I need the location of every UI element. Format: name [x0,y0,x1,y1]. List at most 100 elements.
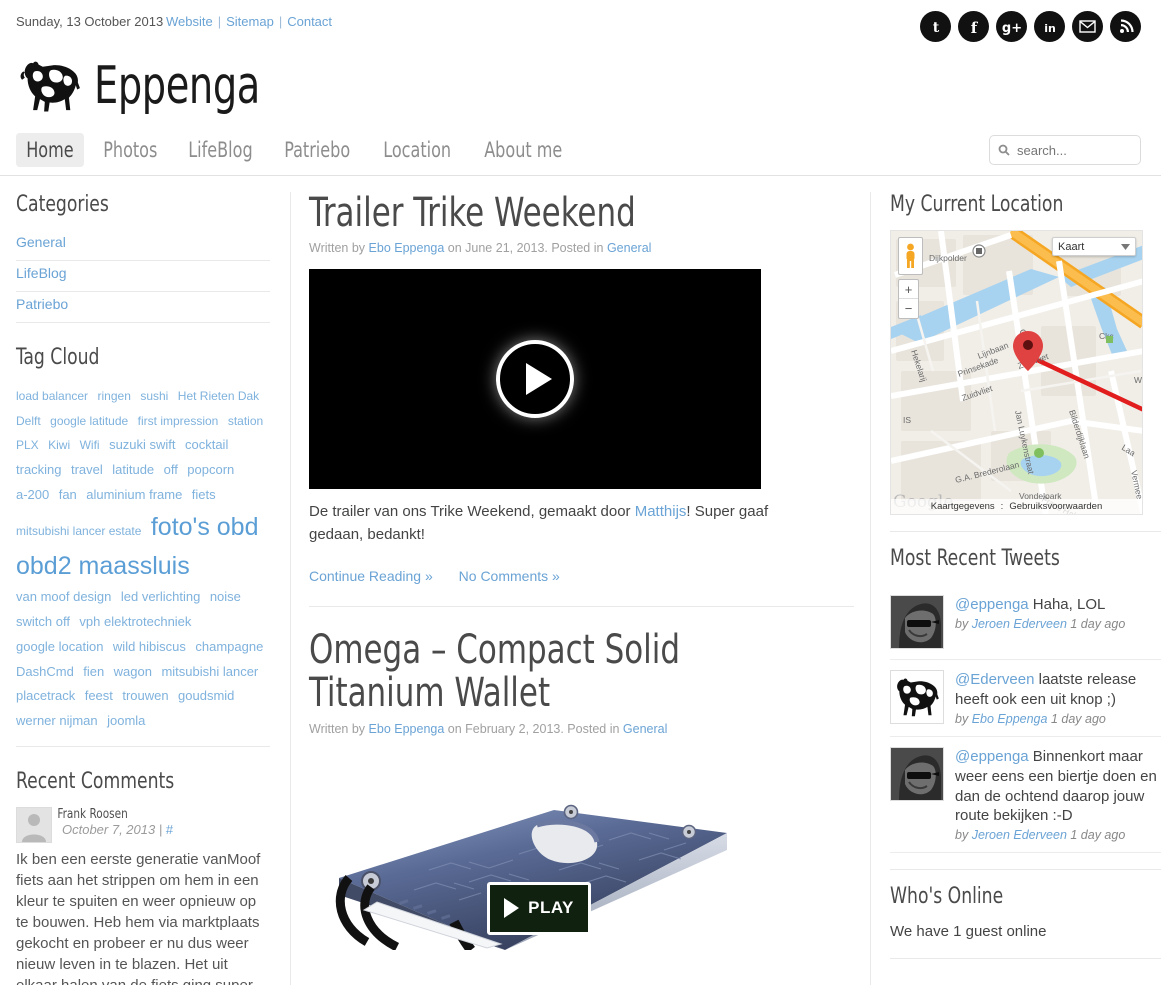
tag-link[interactable]: a-200 [16,487,49,502]
tag-link[interactable]: aluminium frame [86,487,182,502]
tweet-handle-link[interactable]: @eppenga [955,596,1029,613]
tag-link[interactable]: PLX [16,438,39,452]
tag-link[interactable]: fien [83,664,104,679]
tag-link[interactable]: werner nijman [16,713,98,728]
tag-link[interactable]: wagon [114,664,152,679]
tag-link[interactable]: vph elektrotechniek [79,614,191,629]
linkedin-icon[interactable]: in [1034,11,1065,42]
post-category-link[interactable]: General [623,722,667,736]
tag-link[interactable]: obd2 maassluis [16,552,190,580]
post-body-link[interactable]: Matthijs [635,503,687,520]
tag-link[interactable]: goudsmid [178,688,234,703]
play-button[interactable]: PLAY [487,881,591,935]
tag-link[interactable]: wild hibiscus [113,639,186,654]
tag-link[interactable]: latitude [112,462,154,477]
top-link-sitemap[interactable]: Sitemap [226,14,274,29]
tag-link[interactable]: mitsubishi lancer estate [16,524,141,538]
tag-link[interactable]: google latitude [50,414,128,428]
top-link-website[interactable]: Website [166,14,213,29]
tag-link[interactable]: noise [210,589,241,604]
category-link-patriebo[interactable]: Patriebo [16,296,68,312]
googleplus-icon[interactable]: g+ [996,11,1027,42]
continue-reading-link[interactable]: Continue Reading » [309,568,433,584]
tag-link[interactable]: tracking [16,462,62,477]
post-meta-date: on June 21, 2013. Posted in [447,241,604,256]
video-player[interactable] [309,269,761,490]
tag-link[interactable]: Kiwi [48,438,70,452]
comment-date: October 7, 2013 | # [16,822,270,837]
tag-link[interactable]: fiets [192,487,216,502]
play-icon[interactable] [496,340,574,419]
map-attribution-data[interactable]: Kaartgegevens [931,501,995,512]
tweet-handle-link[interactable]: @eppenga [955,748,1029,765]
tag-link[interactable]: station [228,414,263,428]
list-item: @Ederveen laatste release heeft ook een … [890,660,1161,737]
tag-link[interactable]: mitsubishi lancer [161,664,258,679]
tag-link[interactable]: google location [16,639,103,654]
nav-item-home[interactable]: Home [16,133,84,167]
post-author-link[interactable]: Ebo Eppenga [369,722,445,736]
tweet-author-link[interactable]: Jeroen Ederveen [972,617,1067,631]
map-zoom-controls[interactable]: + − [898,279,919,320]
site-logo[interactable]: Eppenga [16,55,296,117]
tag-link[interactable]: feest [85,688,113,703]
nav-item-about-me[interactable]: About me [474,133,573,167]
search-input[interactable] [1015,141,1125,159]
post-category-link[interactable]: General [607,241,651,255]
tweet-author-link[interactable]: Jeroen Ederveen [972,828,1067,842]
map-widget[interactable]: Dijkpolder Lijnbaan Hekelarij Caderie Pr… [890,230,1143,516]
tag-link[interactable]: Wifi [80,438,100,452]
tag-link[interactable]: load balancer [16,389,88,403]
tweet-by-prefix: by [955,616,969,631]
post-author-link[interactable]: Ebo Eppenga [369,241,445,255]
comment-permalink[interactable]: # [166,822,173,837]
nav-item-location[interactable]: Location [373,133,461,167]
tag-link[interactable]: foto's obd [151,513,259,541]
tag-link[interactable]: suzuki swift [109,437,175,452]
tag-link[interactable]: sushi [140,389,168,403]
tag-link[interactable]: Het Rieten Dak [178,389,259,403]
map-attribution: Kaartgegevens : Gebruiksvoorwaarden [891,499,1142,515]
tag-link[interactable]: Delft [16,414,41,428]
rss-icon[interactable] [1110,11,1141,42]
map-zoom-out-button[interactable]: − [899,299,918,318]
list-item: @eppenga Binnenkort maar weer eens een b… [890,737,1161,854]
street-view-pegman[interactable] [898,237,923,276]
tag-link[interactable]: off [164,462,178,477]
tag-link[interactable]: first impression [138,414,219,428]
map-type-label: Kaart [1058,240,1085,253]
tag-link[interactable]: placetrack [16,688,75,703]
tag-link[interactable]: cocktail [185,437,228,452]
nav-item-lifeblog[interactable]: LifeBlog [178,133,263,167]
comments-link[interactable]: No Comments » [459,568,560,584]
tweet-handle-link[interactable]: @Ederveen [955,671,1034,688]
tag-link[interactable]: popcorn [187,462,234,477]
map-type-selector[interactable]: Kaart [1052,237,1136,257]
tag-link[interactable]: fan [59,487,77,502]
tweet-author-link[interactable]: Ebo Eppenga [972,712,1048,726]
tag-link[interactable]: van moof design [16,589,111,604]
tag-link[interactable]: joomla [107,713,145,728]
facebook-icon[interactable]: f [958,11,989,42]
nav-item-patriebo[interactable]: Patriebo [274,133,360,167]
map-attribution-terms[interactable]: Gebruiksvoorwaarden [1009,501,1102,512]
tweet-byline: by Ebo Eppenga 1 day ago [955,712,1161,726]
search-box[interactable] [989,135,1141,165]
tag-link[interactable]: trouwen [122,688,168,703]
email-icon[interactable] [1072,11,1103,42]
tag-link[interactable]: travel [71,462,103,477]
tag-link[interactable]: ringen [98,389,131,403]
product-image[interactable]: PLAY [309,749,854,950]
category-link-lifeblog[interactable]: LifeBlog [16,265,67,281]
top-link-contact[interactable]: Contact [287,14,332,29]
category-link-general[interactable]: General [16,234,66,250]
map-zoom-in-button[interactable]: + [899,280,918,300]
tag-link[interactable]: DashCmd [16,664,74,679]
post-meta-date: on February 2, 2013. Posted in [447,721,620,736]
svg-text:in: in [1044,22,1056,35]
tag-link[interactable]: champagne [195,639,263,654]
nav-item-photos[interactable]: Photos [93,133,168,167]
tag-link[interactable]: led verlichting [121,589,201,604]
twitter-icon[interactable]: t [920,11,951,42]
tag-link[interactable]: switch off [16,614,70,629]
